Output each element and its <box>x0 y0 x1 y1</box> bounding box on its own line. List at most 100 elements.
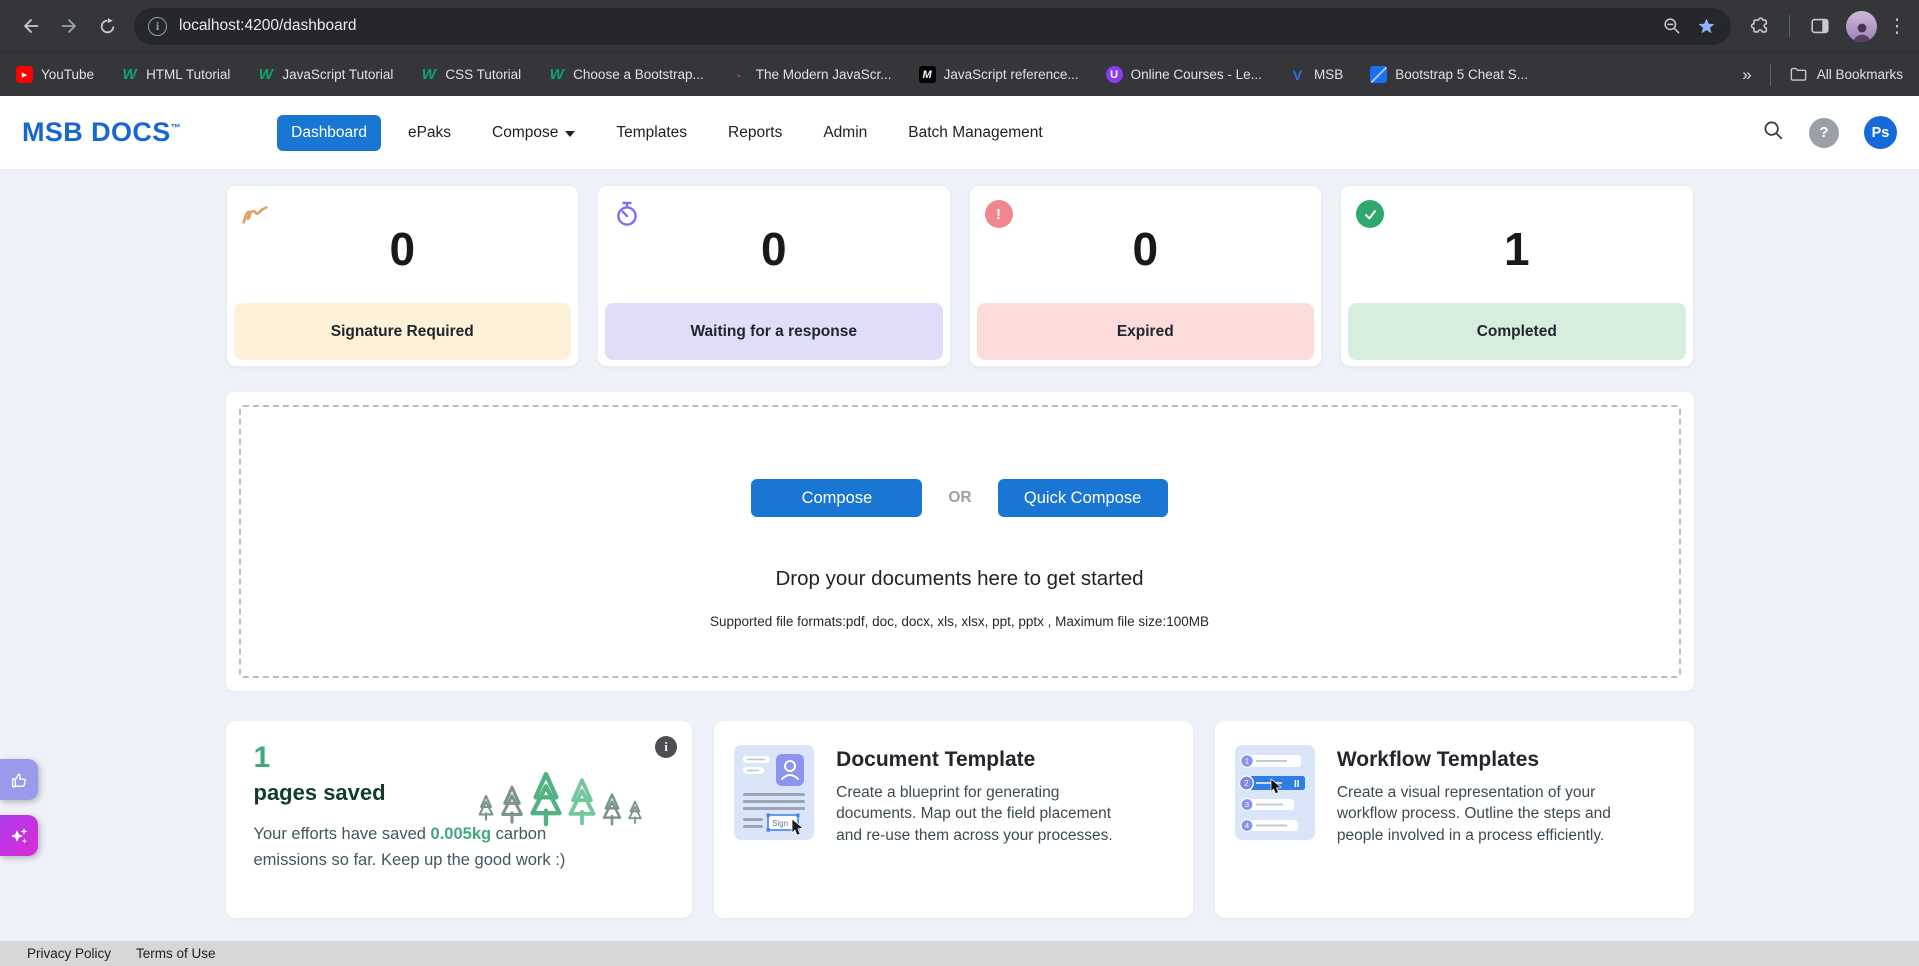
stats-row: 0 Signature Required 0 Waiting for a res… <box>226 185 1694 367</box>
bookmarks-bar: ▶YouTube WHTML Tutorial WJavaScript Tuto… <box>0 52 1919 96</box>
stat-label: Completed <box>1348 303 1686 360</box>
timer-icon <box>612 199 642 229</box>
compose-button[interactable]: Compose <box>751 479 922 517</box>
help-icon[interactable]: ? <box>1809 118 1839 148</box>
privacy-policy-link[interactable]: Privacy Policy <box>27 946 111 961</box>
stat-card-waiting-response[interactable]: 0 Waiting for a response <box>597 185 951 367</box>
svg-text:II: II <box>1294 779 1300 790</box>
workflow-templates-description: Create a visual representation of your w… <box>1337 782 1642 846</box>
stat-label: Expired <box>977 303 1315 360</box>
nav-batch-management[interactable]: Batch Management <box>894 115 1056 151</box>
bookmark-html-tutorial[interactable]: WHTML Tutorial <box>121 66 230 83</box>
site-info-icon[interactable]: i <box>148 17 167 36</box>
info-icon[interactable]: i <box>655 736 677 758</box>
nav-epaks[interactable]: ePaks <box>394 115 465 151</box>
terms-of-use-link[interactable]: Terms of Use <box>136 946 216 961</box>
address-bar[interactable]: i localhost:4200/dashboard <box>134 8 1731 45</box>
bookmark-bootstrap-cheat[interactable]: Bootstrap 5 Cheat S... <box>1370 66 1528 83</box>
side-panel-icon[interactable] <box>1804 10 1836 42</box>
profile-avatar[interactable] <box>1846 11 1877 42</box>
forward-icon[interactable] <box>50 7 88 45</box>
stat-card-completed[interactable]: 1 Completed <box>1340 185 1694 367</box>
stat-card-signature-required[interactable]: 0 Signature Required <box>226 185 580 367</box>
exclamation-icon: ! <box>984 199 1014 229</box>
stat-value: 0 <box>598 226 950 272</box>
bookmark-bootstrap-choose[interactable]: WChoose a Bootstrap... <box>548 66 704 83</box>
bookmark-msb[interactable]: VMSB <box>1289 66 1343 83</box>
thumbs-up-icon <box>9 770 29 790</box>
bottom-cards-row: 1 pages saved Your efforts have saved 0.… <box>226 721 1694 918</box>
reload-icon[interactable] <box>88 7 126 45</box>
folder-icon <box>1789 65 1808 84</box>
back-icon[interactable] <box>12 7 50 45</box>
bookmark-css-tutorial[interactable]: WCSS Tutorial <box>420 66 521 83</box>
workflow-templates-card[interactable]: 1 II 2 3 4 Workflow Templates Create a v… <box>1215 721 1694 918</box>
svg-text:Sign: Sign <box>772 819 788 828</box>
mdn-icon: M <box>919 66 936 83</box>
quick-compose-button[interactable]: Quick Compose <box>998 479 1168 517</box>
url-text[interactable]: localhost:4200/dashboard <box>179 17 1655 35</box>
svg-text:2: 2 <box>1244 779 1249 788</box>
stat-value: 1 <box>1341 226 1693 272</box>
bookmark-youtube[interactable]: ▶YouTube <box>16 66 94 83</box>
user-avatar[interactable]: Ps <box>1864 116 1897 149</box>
page-footer: Privacy Policy Terms of Use <box>0 941 1919 966</box>
search-icon[interactable] <box>1762 119 1784 146</box>
bookmark-js-tutorial[interactable]: WJavaScript Tutorial <box>257 66 393 83</box>
trees-illustration <box>472 735 654 832</box>
bookmarks-overflow-icon[interactable]: » <box>1742 65 1751 85</box>
document-template-illustration: Sign <box>734 745 814 894</box>
ai-assistant-button[interactable] <box>0 815 38 856</box>
chevron-down-icon <box>565 131 575 137</box>
w3schools-icon: W <box>548 66 565 83</box>
nav-dashboard[interactable]: Dashboard <box>277 115 381 151</box>
stat-label: Signature Required <box>234 303 572 360</box>
bookmark-js-reference[interactable]: MJavaScript reference... <box>919 66 1079 83</box>
workflow-templates-illustration: 1 II 2 3 4 <box>1235 745 1315 894</box>
pages-saved-card: 1 pages saved Your efforts have saved 0.… <box>226 721 693 918</box>
feedback-thumbs-up-button[interactable] <box>0 759 38 800</box>
zoom-page-icon[interactable] <box>1655 9 1689 43</box>
app-header: MSB DOCS™ Dashboard ePaks Compose Templa… <box>0 96 1919 170</box>
bookmarks-divider <box>1770 64 1771 86</box>
bootstrap-icon <box>1370 66 1387 83</box>
svg-text:4: 4 <box>1245 821 1249 830</box>
toolbar-right: ⋮ <box>1743 10 1907 42</box>
bookmark-modern-js[interactable]: ˞The Modern JavaScr... <box>731 66 892 83</box>
dropzone-formats: Supported file formats:pdf, doc, docx, x… <box>710 614 1209 629</box>
svg-text:3: 3 <box>1245 800 1249 809</box>
header-right: ? Ps <box>1762 116 1897 149</box>
stat-value: 0 <box>227 226 579 272</box>
workflow-templates-title: Workflow Templates <box>1337 748 1642 772</box>
w3schools-icon: W <box>420 66 437 83</box>
sparkles-icon <box>9 826 29 846</box>
nav-admin[interactable]: Admin <box>809 115 881 151</box>
main-nav: Dashboard ePaks Compose Templates Report… <box>277 115 1057 151</box>
bookmark-online-courses[interactable]: UOnline Courses - Le... <box>1106 66 1262 83</box>
document-template-description: Create a blueprint for generating docume… <box>836 782 1141 846</box>
w3schools-icon: W <box>257 66 274 83</box>
stat-card-expired[interactable]: ! 0 Expired <box>969 185 1323 367</box>
document-dropzone[interactable]: Compose OR Quick Compose Drop your docum… <box>239 405 1681 678</box>
dropzone-headline: Drop your documents here to get started <box>775 567 1143 591</box>
chrome-menu-icon[interactable]: ⋮ <box>1887 17 1907 36</box>
dashboard-content: 0 Signature Required 0 Waiting for a res… <box>0 170 1919 941</box>
nav-reports[interactable]: Reports <box>714 115 796 151</box>
document-template-card[interactable]: Sign Document Template Create a blueprin… <box>714 721 1193 918</box>
toolbar-divider <box>1789 15 1790 37</box>
all-bookmarks-button[interactable]: All Bookmarks <box>1789 65 1903 84</box>
stat-label: Waiting for a response <box>605 303 943 360</box>
stat-value: 0 <box>970 226 1322 272</box>
modern-js-icon: ˞ <box>731 66 748 83</box>
svg-text:1: 1 <box>1245 757 1249 766</box>
signature-icon <box>241 199 271 229</box>
nav-compose[interactable]: Compose <box>478 115 589 151</box>
msb-icon: V <box>1289 66 1306 83</box>
browser-toolbar: i localhost:4200/dashboard ⋮ <box>0 0 1919 52</box>
msb-docs-logo[interactable]: MSB DOCS™ <box>22 117 181 148</box>
extensions-icon[interactable] <box>1743 10 1775 42</box>
w3schools-icon: W <box>121 66 138 83</box>
nav-templates[interactable]: Templates <box>602 115 701 151</box>
document-template-title: Document Template <box>836 748 1141 772</box>
bookmark-star-icon[interactable] <box>1689 9 1723 43</box>
